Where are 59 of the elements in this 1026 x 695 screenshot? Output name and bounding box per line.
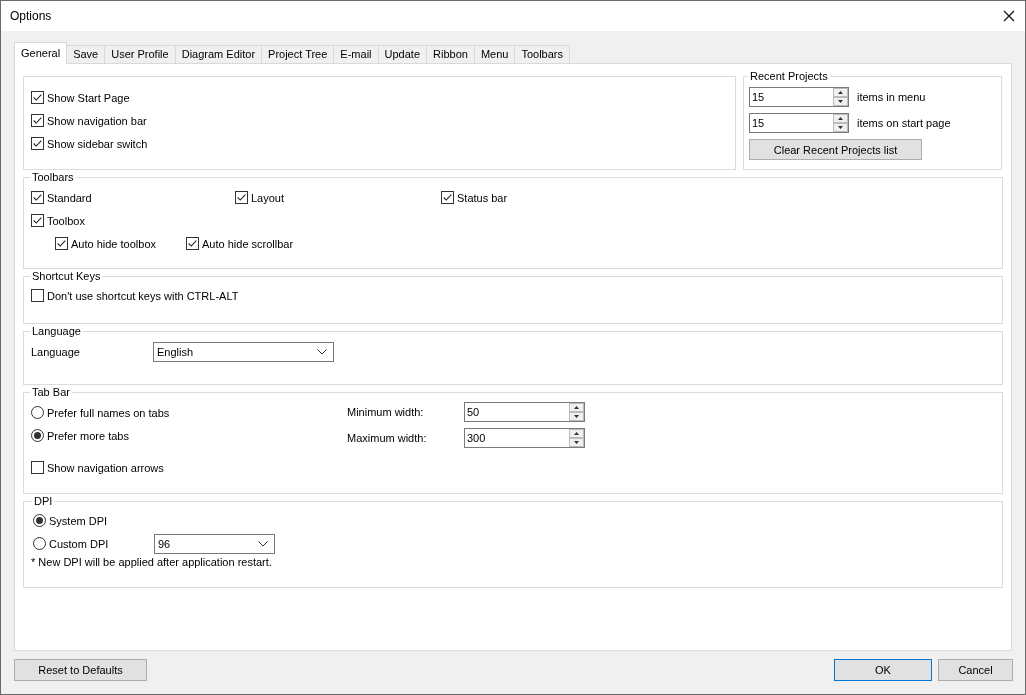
number-field[interactable]: 15: [749, 113, 849, 133]
dropdown[interactable]: English: [153, 342, 334, 362]
spin-arrows-icon[interactable]: [569, 403, 584, 421]
field-label: items on start page: [857, 117, 951, 129]
note-text: * New DPI will be applied after application restart.: [31, 556, 273, 568]
cancel-button[interactable]: Cancel: [938, 659, 1013, 681]
group-title: Tab Bar: [31, 386, 71, 398]
group-title: Recent Projects: [749, 70, 829, 82]
checkbox[interactable]: Show Start Page: [31, 86, 728, 109]
check-icon: [32, 215, 43, 226]
number-field[interactable]: 15: [749, 87, 849, 107]
check-icon: [236, 192, 247, 203]
checkbox[interactable]: Show sidebar switch: [31, 132, 728, 155]
check-icon: [32, 192, 43, 203]
number-field[interactable]: 50: [464, 402, 585, 422]
reset-button[interactable]: Reset to Defaults: [14, 659, 147, 681]
number-field[interactable]: 300: [464, 428, 585, 448]
group-title: DPI: [33, 495, 54, 507]
radio-button[interactable]: Custom DPI: [33, 532, 154, 555]
checkbox[interactable]: Show navigation bar: [31, 109, 728, 132]
ok-button[interactable]: OK: [834, 659, 932, 681]
check-icon: [32, 115, 43, 126]
check-icon: [56, 238, 67, 249]
radio-button[interactable]: System DPI: [33, 509, 154, 532]
spin-arrows-icon[interactable]: [569, 429, 584, 447]
spin-arrows-icon[interactable]: [833, 88, 848, 106]
window-title: Options: [10, 9, 52, 23]
check-icon: [32, 92, 43, 103]
group-title: Language: [31, 325, 82, 337]
checkbox[interactable]: Auto hide scrollbar: [186, 232, 294, 255]
spin-arrows-icon[interactable]: [833, 114, 848, 132]
check-icon: [32, 138, 43, 149]
chevron-down-icon: [258, 540, 268, 547]
tab[interactable]: Diagram Editor: [174, 45, 263, 63]
group-title: Shortcut Keys: [31, 270, 102, 282]
radio-button[interactable]: Prefer full names on tabs: [31, 401, 347, 424]
checkbox[interactable]: Don't use shortcut keys with CTRL-ALT: [31, 284, 995, 307]
checkbox[interactable]: Status bar: [441, 186, 641, 209]
group-title: Toolbars: [31, 171, 75, 183]
tab[interactable]: Toolbars: [514, 45, 570, 63]
radio-button[interactable]: Prefer more tabs: [31, 424, 347, 447]
checkbox[interactable]: Toolbox: [31, 209, 995, 232]
check-icon: [442, 192, 453, 203]
chevron-down-icon: [317, 349, 327, 355]
tab[interactable]: Project Tree: [261, 45, 335, 63]
field-label: items in menu: [857, 91, 926, 103]
checkbox[interactable]: Auto hide toolbox: [55, 232, 156, 255]
field-label: Minimum width:: [347, 406, 425, 418]
dropdown[interactable]: 96: [154, 533, 275, 554]
field-label: Maximum width:: [347, 432, 428, 444]
checkbox[interactable]: Show navigation arrows: [31, 456, 347, 479]
clear-button[interactable]: Clear Recent Projects list: [749, 139, 922, 160]
check-icon: [187, 238, 198, 249]
checkbox[interactable]: Layout: [235, 186, 441, 209]
field-label: Language: [31, 346, 81, 358]
close-icon[interactable]: [1003, 10, 1015, 22]
tab[interactable]: General: [14, 42, 68, 64]
tab[interactable]: Update: [377, 45, 427, 63]
checkbox[interactable]: Standard: [31, 186, 235, 209]
